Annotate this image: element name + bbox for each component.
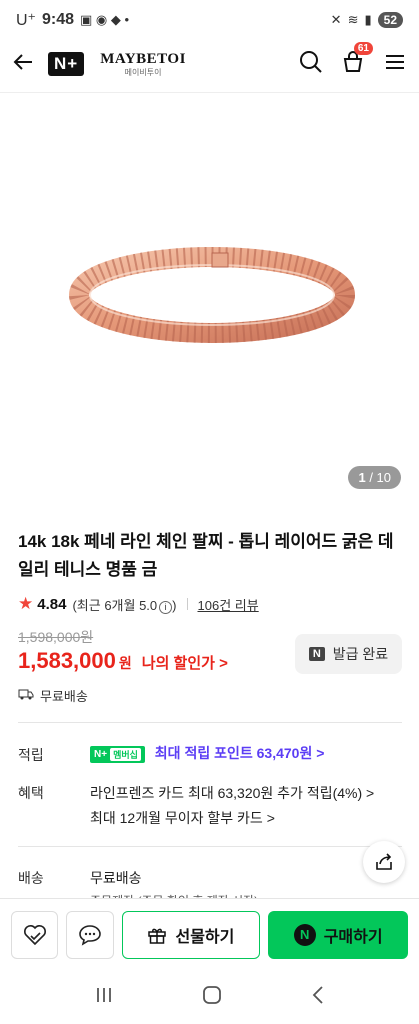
rating-separator xyxy=(186,598,188,610)
info-icon[interactable]: i xyxy=(159,600,173,614)
heart-icon xyxy=(23,924,46,945)
chat-bubble-icon xyxy=(79,924,101,946)
free-shipping-text: 무료배송 xyxy=(40,689,88,704)
buy-button[interactable]: N 구매하기 xyxy=(268,910,409,959)
brand-name: MAYBETOI xyxy=(100,50,186,67)
buy-label: 구매하기 xyxy=(323,928,383,946)
mute-icon: ✕ xyxy=(330,12,342,27)
battery-indicator: 52 xyxy=(377,12,403,28)
recent-apps-icon[interactable] xyxy=(94,986,114,1009)
search-icon[interactable] xyxy=(299,50,323,79)
image-counter: 1 / 10 xyxy=(348,466,401,489)
share-icon xyxy=(376,853,392,870)
signal-icon: ▮ xyxy=(364,12,372,27)
cart-button[interactable]: 61 xyxy=(341,41,373,79)
sale-price: 1,583,000 xyxy=(18,648,116,673)
section-divider-2 xyxy=(18,846,402,847)
talk-button[interactable] xyxy=(66,910,114,959)
nplus-badge-text: N+ xyxy=(94,748,108,760)
star-icon: ★ xyxy=(18,594,34,613)
carrier-label: U⁺ xyxy=(16,12,36,29)
membership-badge-text: 멤버십 xyxy=(110,747,141,761)
n-coupon-icon: N xyxy=(308,647,325,661)
delivery-value: 무료배송 xyxy=(90,870,142,886)
back-arrow-icon[interactable] xyxy=(12,51,34,78)
delivery-label: 배송 xyxy=(18,870,44,886)
original-price: 1,598,000원 xyxy=(18,629,94,645)
back-icon[interactable] xyxy=(311,985,325,1010)
card-benefit-link[interactable]: 라인프렌즈 카드 최대 63,320원 추가 적립(4%) > xyxy=(90,783,374,803)
price-row: 1,583,000 원 나의 할인가 > xyxy=(18,648,228,674)
coupon-label: 발급 완료 xyxy=(332,646,389,662)
free-shipping-note: 무료배송 xyxy=(18,686,88,705)
gift-label: 선물하기 xyxy=(175,928,235,946)
wifi-icon: ≋ xyxy=(347,12,359,27)
points-label: 적립 xyxy=(18,747,44,763)
image-current: 1 xyxy=(358,470,366,485)
truck-icon xyxy=(18,687,34,704)
brand-logo[interactable]: MAYBETOI 메이비투이 xyxy=(100,50,186,77)
recent-rating: (최근 6개월 5.0 i) xyxy=(72,595,177,614)
max-points-link[interactable]: 최대 적립 포인트 63,470원 > xyxy=(155,745,325,761)
status-time: 9:48 xyxy=(42,11,75,28)
rating-row: ★ 4.84 (최근 6개월 5.0 i) 106건 리뷰 xyxy=(18,594,259,614)
product-image[interactable] xyxy=(0,93,419,500)
price-unit: 원 xyxy=(118,655,132,671)
nplus-membership-badge: N+ 멤버십 xyxy=(90,745,145,763)
installment-link[interactable]: 최대 12개월 무이자 할부 카드 > xyxy=(90,808,275,828)
cart-count-badge: 61 xyxy=(353,41,373,55)
benefit-label: 혜택 xyxy=(18,785,44,801)
naver-pay-icon: N xyxy=(293,923,316,946)
bracelet-image xyxy=(69,247,355,343)
system-nav-bar xyxy=(0,970,419,1024)
rating-score: 4.84 xyxy=(37,595,67,613)
n-plus-logo[interactable]: N+ xyxy=(48,52,85,76)
purchase-action-bar: 선물하기 N 구매하기 xyxy=(0,898,419,970)
section-divider xyxy=(18,722,402,723)
product-title: 14k 18k 페네 라인 체인 팔찌 - 톱니 레이어드 굵은 데일리 테니스… xyxy=(18,532,394,579)
share-button[interactable] xyxy=(363,841,405,883)
notification-icons: ▣ ◉ ◆ • xyxy=(80,12,130,27)
brand-subname: 메이비투이 xyxy=(124,67,162,77)
gift-icon xyxy=(148,928,167,944)
coupon-issued-button[interactable]: N 발급 완료 xyxy=(295,634,402,674)
recent-rating-text: (최근 6개월 5.0 xyxy=(72,597,158,613)
recent-rating-close: ) xyxy=(172,597,177,613)
my-discount-link[interactable]: 나의 할인가 > xyxy=(142,652,228,673)
wishlist-button[interactable] xyxy=(11,910,59,959)
status-bar: U⁺ 9:48 ▣ ◉ ◆ • ✕ ≋ ▮ 52 xyxy=(0,0,419,40)
menu-icon[interactable] xyxy=(383,50,407,79)
image-total: / 10 xyxy=(369,470,391,485)
top-header: N+ MAYBETOI 메이비투이 61 xyxy=(0,40,419,88)
points-row[interactable]: N+ 멤버십 최대 적립 포인트 63,470원 > xyxy=(90,743,324,763)
home-icon[interactable] xyxy=(202,985,222,1010)
review-count-link[interactable]: 106건 리뷰 xyxy=(198,595,259,614)
gift-button[interactable]: 선물하기 xyxy=(121,910,261,959)
